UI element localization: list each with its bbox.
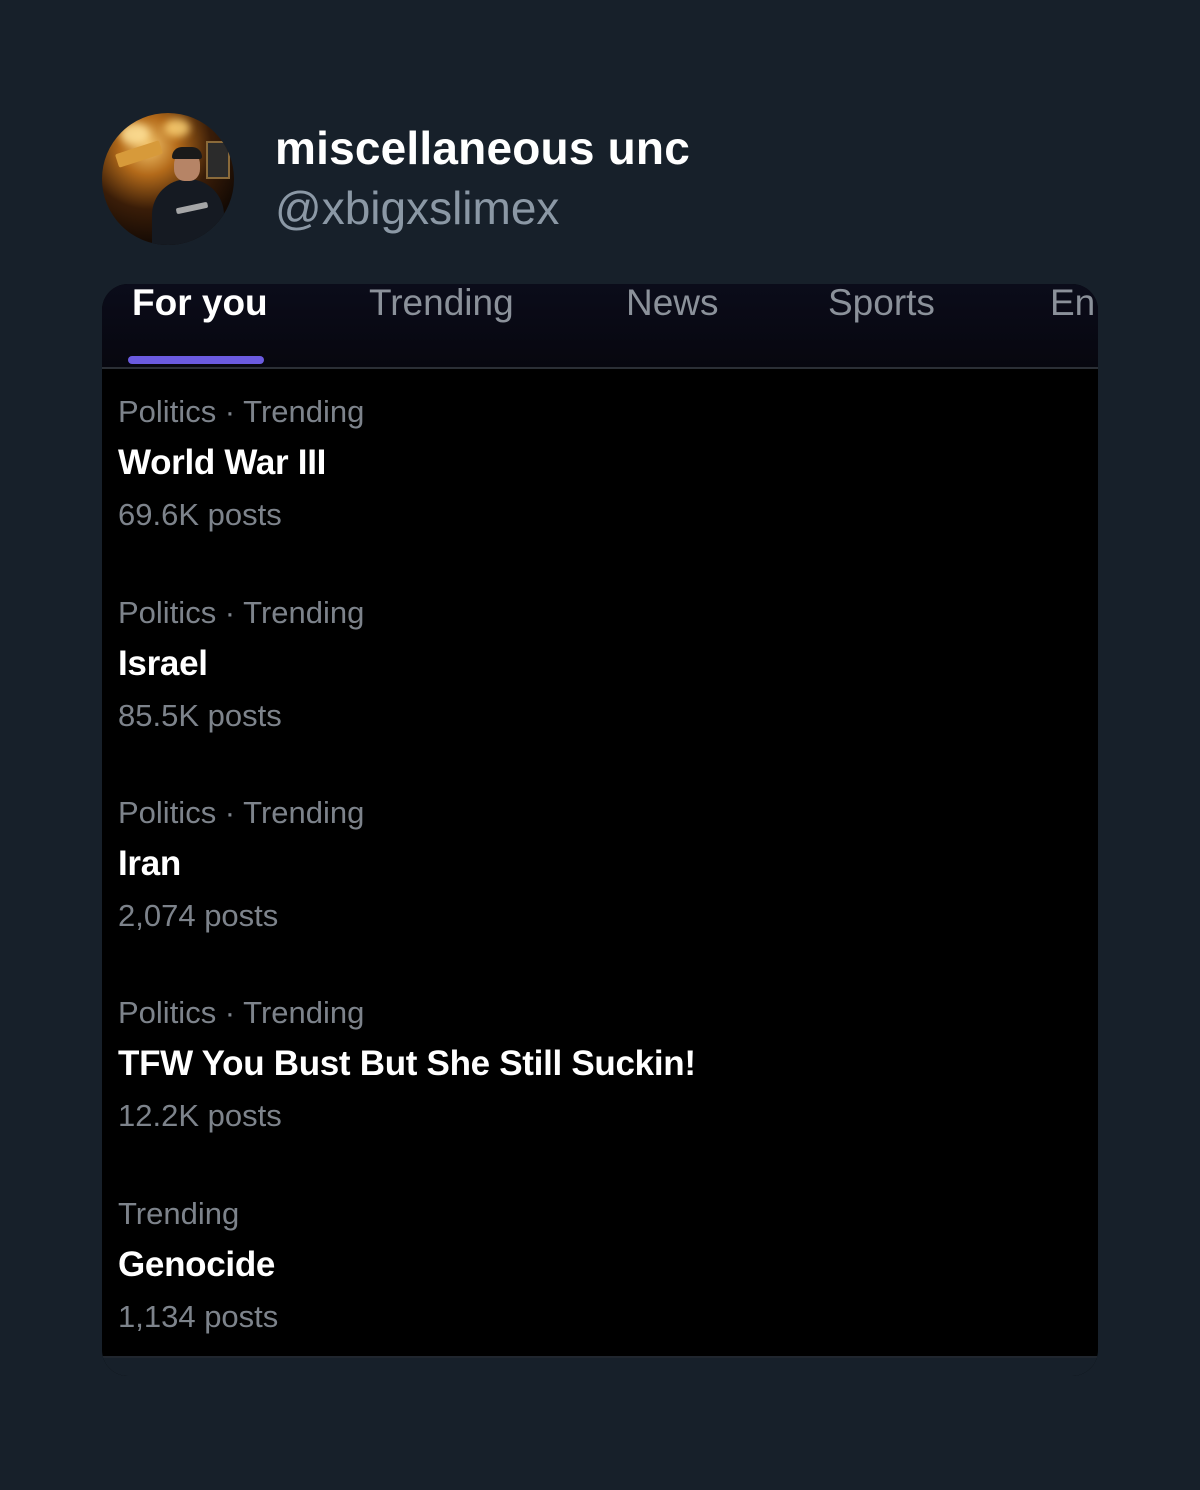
- trend-category: Trending: [118, 1196, 240, 1231]
- trend-category: Politics · Trending: [118, 595, 365, 630]
- tab-trending[interactable]: Trending: [369, 284, 514, 322]
- tab-entertainment[interactable]: En: [1050, 284, 1095, 322]
- avatar-frame: [206, 141, 230, 179]
- trend-post-count: 1,134 posts: [118, 1299, 279, 1334]
- trend-item[interactable]: Politics · Trending Israel 85.5K posts: [118, 595, 1078, 734]
- avatar[interactable]: [102, 113, 234, 245]
- trend-title: World War III: [118, 443, 327, 482]
- trend-category: Politics · Trending: [118, 394, 365, 429]
- trend-title: TFW You Bust But She Still Suckin!: [118, 1044, 696, 1083]
- user-handle[interactable]: @xbigxslimex: [275, 180, 690, 236]
- tab-for-you[interactable]: For you: [132, 284, 268, 322]
- trend-item[interactable]: Politics · Trending TFW You Bust But She…: [118, 995, 1078, 1134]
- trend-title: Israel: [118, 644, 208, 683]
- trend-category: Politics · Trending: [118, 795, 365, 830]
- tab-news[interactable]: News: [626, 284, 719, 322]
- trend-post-count: 69.6K posts: [118, 497, 282, 532]
- user-info: miscellaneous unc @xbigxslimex: [275, 120, 690, 236]
- trend-post-count: 2,074 posts: [118, 898, 279, 933]
- trend-title: Genocide: [118, 1245, 276, 1284]
- avatar-body: [152, 179, 224, 245]
- avatar-cap: [172, 147, 202, 159]
- avatar-light: [120, 123, 150, 145]
- display-name[interactable]: miscellaneous unc: [275, 120, 690, 176]
- tweet-header: miscellaneous unc @xbigxslimex: [102, 113, 690, 245]
- card-bottom-edge: [102, 1356, 1098, 1376]
- screenshot-card: For you Trending News Sports En Politics…: [102, 284, 1098, 1376]
- trend-item[interactable]: Politics · Trending Iran 2,074 posts: [118, 795, 1078, 934]
- trend-title: Iran: [118, 844, 181, 883]
- active-tab-indicator: [128, 356, 264, 364]
- explore-tab-bar: For you Trending News Sports En: [102, 284, 1098, 369]
- trend-item[interactable]: Politics · Trending World War III 69.6K …: [118, 394, 1078, 533]
- trend-post-count: 12.2K posts: [118, 1098, 282, 1133]
- trend-post-count: 85.5K posts: [118, 698, 282, 733]
- avatar-light: [164, 119, 190, 137]
- tab-sports[interactable]: Sports: [828, 284, 935, 322]
- trend-item[interactable]: Trending Genocide 1,134 posts: [118, 1196, 1078, 1335]
- trend-category: Politics · Trending: [118, 995, 365, 1030]
